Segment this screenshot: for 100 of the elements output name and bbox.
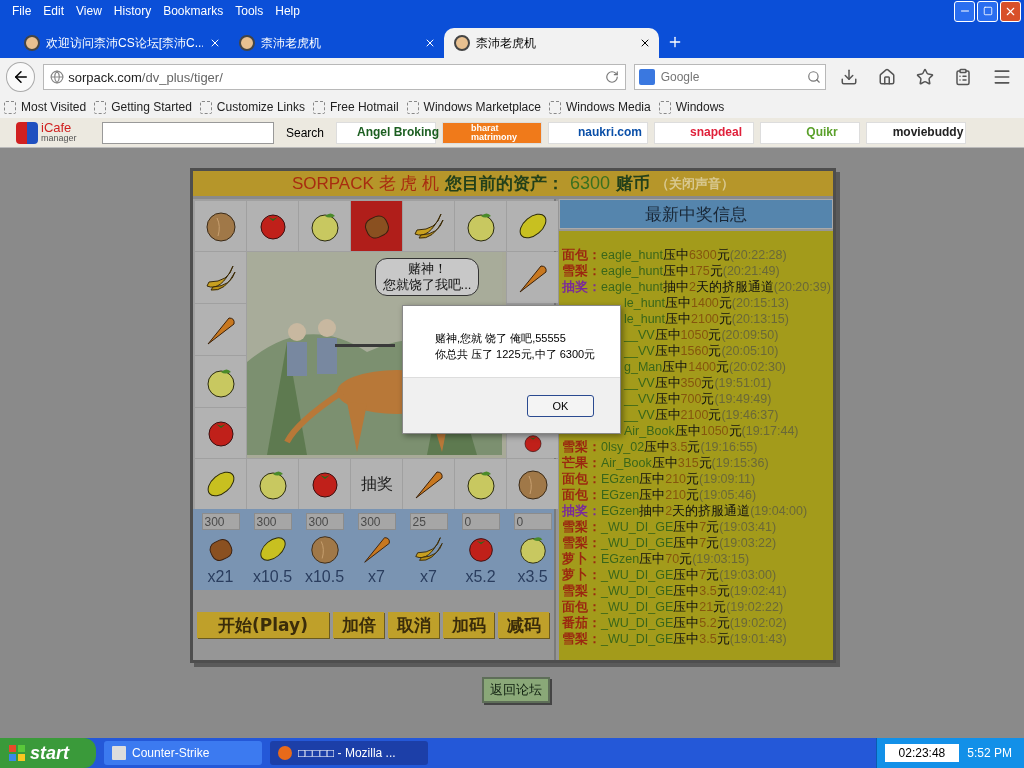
search-engine-icon xyxy=(638,69,655,85)
slot-cell: 抽奖 xyxy=(351,459,402,509)
winner-entry: 抽奖：eagle_hunt抽中2天的挤服通道(20:20:39) xyxy=(562,279,831,295)
windows-logo-icon xyxy=(8,744,26,762)
assets-value: 6300 xyxy=(570,173,611,194)
speech-bubble: 赌神！ 您就饶了我吧... xyxy=(375,258,479,296)
search-icon[interactable] xyxy=(807,70,821,84)
browser-tab[interactable]: 柰沛老虎机 xyxy=(229,28,444,58)
reload-icon[interactable] xyxy=(604,70,619,84)
panel-heading: 最新中奖信息 xyxy=(559,199,833,229)
winner-entry: 萝卜：EGzen压中70元(19:03:15) xyxy=(562,551,750,567)
odds-label: x10.5 xyxy=(304,568,345,586)
bookmark-link[interactable]: Free Hotmail xyxy=(312,100,399,114)
menu-item[interactable]: File xyxy=(6,4,38,18)
avatar-icon xyxy=(24,35,40,51)
bet-field[interactable]: 300 xyxy=(201,513,240,530)
banner-link[interactable]: naukri.com xyxy=(548,121,649,144)
game-button[interactable]: 取消 xyxy=(388,612,439,638)
bookmark-link[interactable]: Getting Started xyxy=(94,100,192,114)
banner-link[interactable]: moviebuddy xyxy=(866,121,967,144)
bet-field[interactable]: 300 xyxy=(357,513,396,530)
logo-icon xyxy=(16,121,38,144)
minimize-button[interactable] xyxy=(954,0,975,22)
winner-entry: 面包：_WU_DI_GE压中21元(19:02:22) xyxy=(562,599,784,615)
odds-label: x21 xyxy=(207,568,234,586)
logo-text: iCafe manager xyxy=(41,121,77,144)
winner-entry: 面包：eagle_hunt压中6300元(20:22:28) xyxy=(562,247,787,263)
game-title: SORPACK 老 虎 机 xyxy=(291,173,439,195)
bet-field[interactable]: 300 xyxy=(305,513,344,530)
banner-link[interactable]: Angel Broking xyxy=(336,121,437,144)
winner-entry: 雪梨：0lsy_02压中3.5元(19:16:55) xyxy=(562,439,758,455)
game-button[interactable]: 加码 xyxy=(443,612,494,638)
clock-text: 5:52 PM xyxy=(967,746,1012,760)
game-button[interactable]: 开始(Play) xyxy=(197,612,329,638)
search-button[interactable]: Search xyxy=(280,125,331,140)
bet-field[interactable]: 0 xyxy=(461,513,500,530)
browser-tab[interactable]: 欢迎访问柰沛CS论坛[柰沛C... xyxy=(14,28,229,58)
globe-icon xyxy=(50,70,65,84)
menu-item[interactable]: Edit xyxy=(37,4,71,18)
menu-item[interactable]: Tools xyxy=(229,4,270,18)
bet-field[interactable]: 300 xyxy=(253,513,292,530)
banner-link[interactable]: snapdeal xyxy=(654,121,755,144)
winner-entry: 雪梨：_WU_DI_GE压中7元(19:03:22) xyxy=(562,535,777,551)
winner-entry: 雪梨：_WU_DI_GE压中3.5元(19:01:43) xyxy=(562,631,787,647)
app-icon xyxy=(278,746,292,760)
winner-entry: 面包：EGzen压中210元(19:05:46) xyxy=(562,487,757,503)
assets-label: 您目前的资产： xyxy=(445,173,564,195)
close-icon[interactable] xyxy=(424,37,436,49)
menu-item[interactable]: History xyxy=(107,4,158,18)
browser-tab[interactable]: 柰沛老虎机 xyxy=(444,28,659,58)
address-bar[interactable]: sorpack.com/dv_plus/tiger/ xyxy=(43,64,626,90)
timer-display: 02:23:48 xyxy=(884,744,960,762)
bookmark-link[interactable]: Customize Links xyxy=(199,100,305,114)
bookmark-link[interactable]: Windows Marketplace xyxy=(406,100,541,114)
avatar-icon xyxy=(454,35,470,51)
dialog-message: 赌神,您就 饶了 俺吧,55555 xyxy=(435,331,566,346)
odds-label: x10.5 xyxy=(252,568,293,586)
search-field[interactable]: Google xyxy=(633,64,826,90)
winner-entry: 雪梨：_WU_DI_GE压中7元(19:03:41) xyxy=(562,519,777,535)
app-icon xyxy=(112,746,126,760)
currency-label: 赌币 xyxy=(616,173,651,195)
close-icon[interactable] xyxy=(209,37,221,49)
bookmark-link[interactable]: Most Visited xyxy=(4,100,87,114)
start-button[interactable]: start xyxy=(0,738,96,768)
game-button[interactable]: 减码 xyxy=(498,612,549,638)
bookmark-link[interactable]: Windows xyxy=(658,100,725,114)
winner-entry: g_Man压中1400元(20:02:30) xyxy=(624,359,787,375)
menu-item[interactable]: View xyxy=(70,4,108,18)
bet-field[interactable]: 0 xyxy=(513,513,552,530)
close-icon[interactable] xyxy=(639,37,651,49)
bookmark-link[interactable]: Windows Media xyxy=(548,100,651,114)
toolbar-search-field[interactable] xyxy=(102,121,274,144)
odds-label: x7 xyxy=(368,568,385,586)
winner-entry: __VV压中700元(19:49:49) xyxy=(624,391,772,407)
back-to-forum-button[interactable]: 返回论坛 xyxy=(482,677,550,703)
restore-button[interactable] xyxy=(977,0,998,22)
winner-entry: 芒果：Air_Book压中315元(19:15:36) xyxy=(562,455,769,471)
avatar-icon xyxy=(239,35,255,51)
winner-entry: 番茄：_WU_DI_GE压中5.2元(19:02:02) xyxy=(562,615,787,631)
winner-entry: le_hunt压中2100元(20:13:15) xyxy=(624,311,789,327)
odds-label: x3.5 xyxy=(517,568,548,586)
taskbar-button[interactable]: □□□□□ - Mozilla ... xyxy=(270,741,428,765)
close-button[interactable] xyxy=(1000,0,1021,22)
back-button[interactable] xyxy=(6,62,36,92)
winner-entry: 萝卜：_WU_DI_GE压中7元(19:03:00) xyxy=(562,567,777,583)
url-host: sorpack.com xyxy=(68,69,142,85)
winner-entry: Air_Book压中1050元(19:17:44) xyxy=(624,423,799,439)
winner-entry: le_hunt压中1400元(20:15:13) xyxy=(624,295,789,311)
restore-icon xyxy=(982,6,993,16)
bet-field[interactable]: 25 xyxy=(409,513,448,530)
ok-button[interactable]: OK xyxy=(527,394,594,417)
winner-entry: __VV压中1560元(20:05:10) xyxy=(624,343,779,359)
game-button[interactable]: 加倍 xyxy=(333,612,384,638)
winner-entry: __VV压中1050元(20:09:50) xyxy=(624,327,779,343)
url-path: /dv_plus/tiger/ xyxy=(141,69,223,85)
taskbar-button[interactable]: Counter-Strike xyxy=(104,741,262,765)
menu-item[interactable]: Bookmarks xyxy=(157,4,230,18)
menu-item[interactable]: Help xyxy=(269,4,306,18)
winner-entry: __VV压中2100元(19:46:37) xyxy=(624,407,779,423)
new-tab-icon[interactable] xyxy=(667,34,683,50)
